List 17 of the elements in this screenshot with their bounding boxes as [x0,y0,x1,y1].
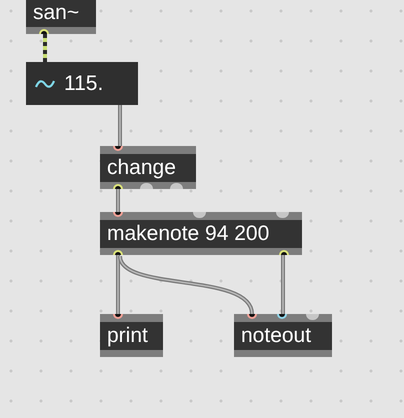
wave-icon [35,78,55,90]
outlet-port[interactable] [113,184,123,189]
inlet-port[interactable] [113,314,123,319]
object-box[interactable]: san~ [26,0,96,34]
number-box[interactable]: 115. [26,62,138,105]
object-box[interactable]: print [100,314,163,357]
inlet-port[interactable] [247,314,257,319]
object-box[interactable]: noteout [234,314,332,357]
inlet-port[interactable] [113,146,123,151]
outlet-port[interactable] [113,250,123,255]
inlet-port[interactable] [113,212,123,217]
inlet-port[interactable] [276,314,286,319]
outlet-port[interactable] [279,250,289,255]
number-value: 115. [64,72,104,96]
object-box[interactable]: makenote 94 200 [100,212,302,255]
outlet-port[interactable] [39,29,49,34]
object-box[interactable]: change [100,146,196,189]
